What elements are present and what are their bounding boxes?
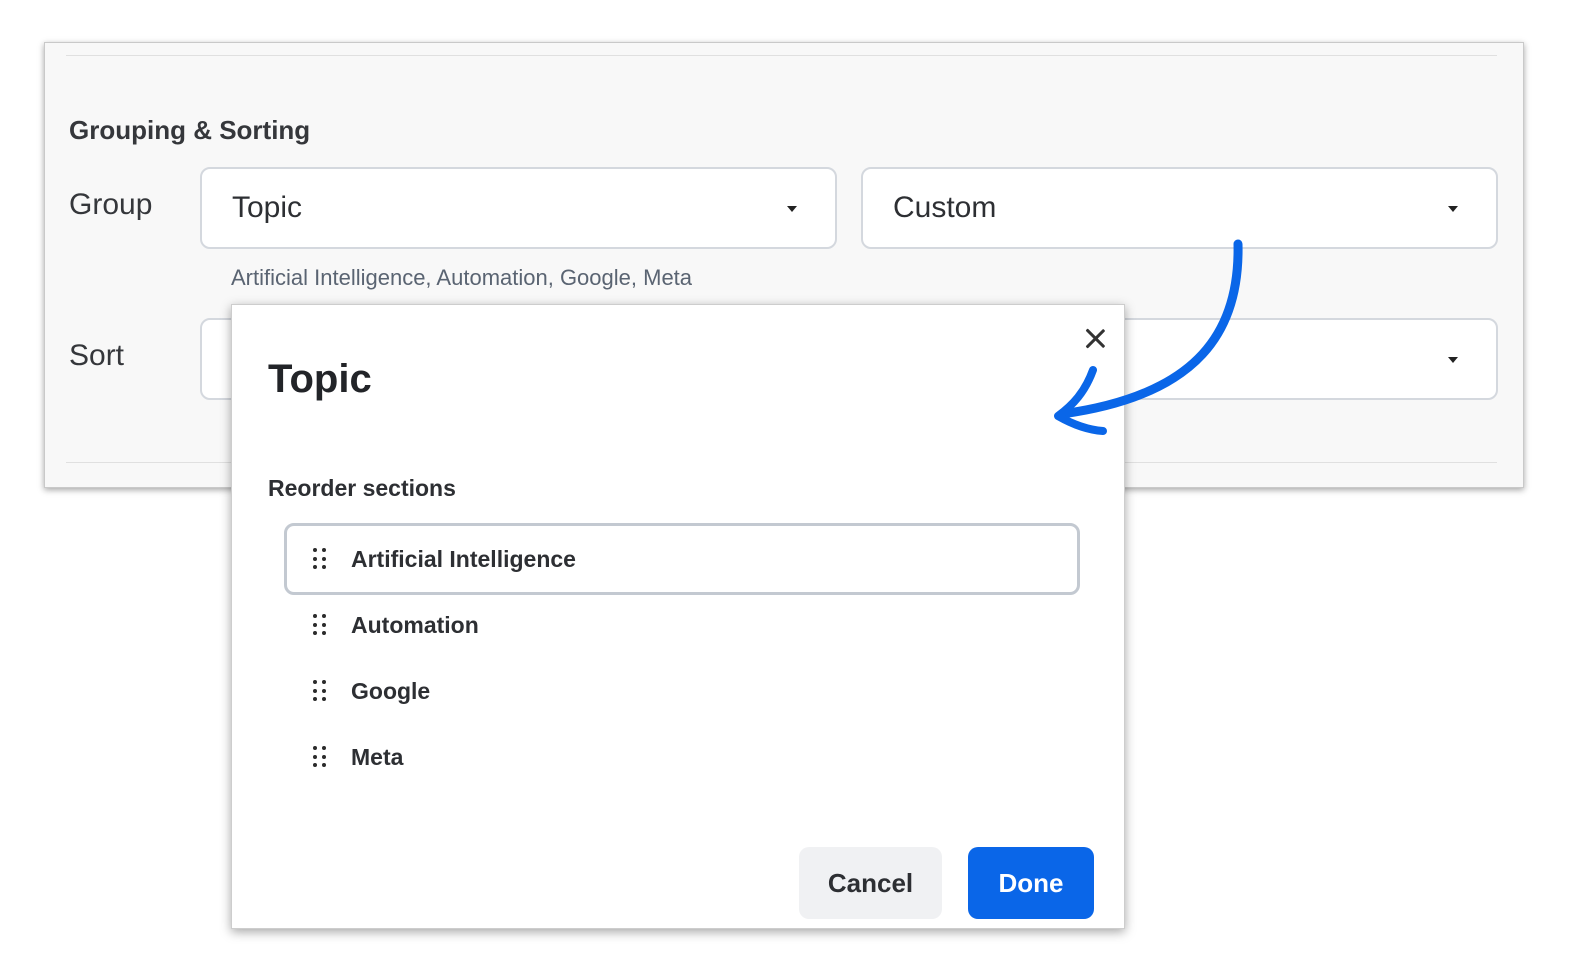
chevron-down-icon: [787, 206, 797, 212]
close-icon[interactable]: [1080, 323, 1110, 353]
reorder-sections-dialog: Topic Reorder sections Artificial Intell…: [231, 304, 1125, 929]
group-field-select[interactable]: Topic: [200, 167, 837, 249]
group-order-value: Custom: [893, 191, 997, 224]
section-item-label: Automation: [351, 611, 479, 638]
section-item[interactable]: Google: [284, 655, 1080, 727]
section-item-label: Meta: [351, 743, 404, 770]
reorder-sections-label: Reorder sections: [268, 475, 456, 501]
section-item-label: Artificial Intelligence: [351, 545, 576, 572]
cancel-button[interactable]: Cancel: [799, 847, 942, 919]
group-field-value: Topic: [232, 191, 303, 224]
section-item[interactable]: Automation: [284, 589, 1080, 661]
section-item-label: Google: [351, 677, 431, 704]
done-button[interactable]: Done: [968, 847, 1094, 919]
dialog-title: Topic: [268, 357, 372, 401]
section-title: Grouping & Sorting: [69, 115, 311, 145]
group-label: Group: [69, 188, 153, 221]
section-item[interactable]: Artificial Intelligence: [284, 523, 1080, 595]
chevron-down-icon: [1448, 357, 1458, 363]
section-list: Artificial Intelligence Automation Googl…: [284, 523, 1080, 787]
group-order-summary: Artificial Intelligence, Automation, Goo…: [231, 265, 693, 290]
section-item[interactable]: Meta: [284, 721, 1080, 793]
drag-handle-icon[interactable]: [313, 680, 327, 702]
sort-label: Sort: [69, 339, 125, 372]
drag-handle-icon[interactable]: [313, 746, 327, 768]
divider: [66, 55, 1497, 56]
drag-handle-icon[interactable]: [313, 614, 327, 636]
chevron-down-icon: [1448, 206, 1458, 212]
drag-handle-icon[interactable]: [313, 548, 327, 570]
group-order-select[interactable]: Custom: [861, 167, 1498, 249]
